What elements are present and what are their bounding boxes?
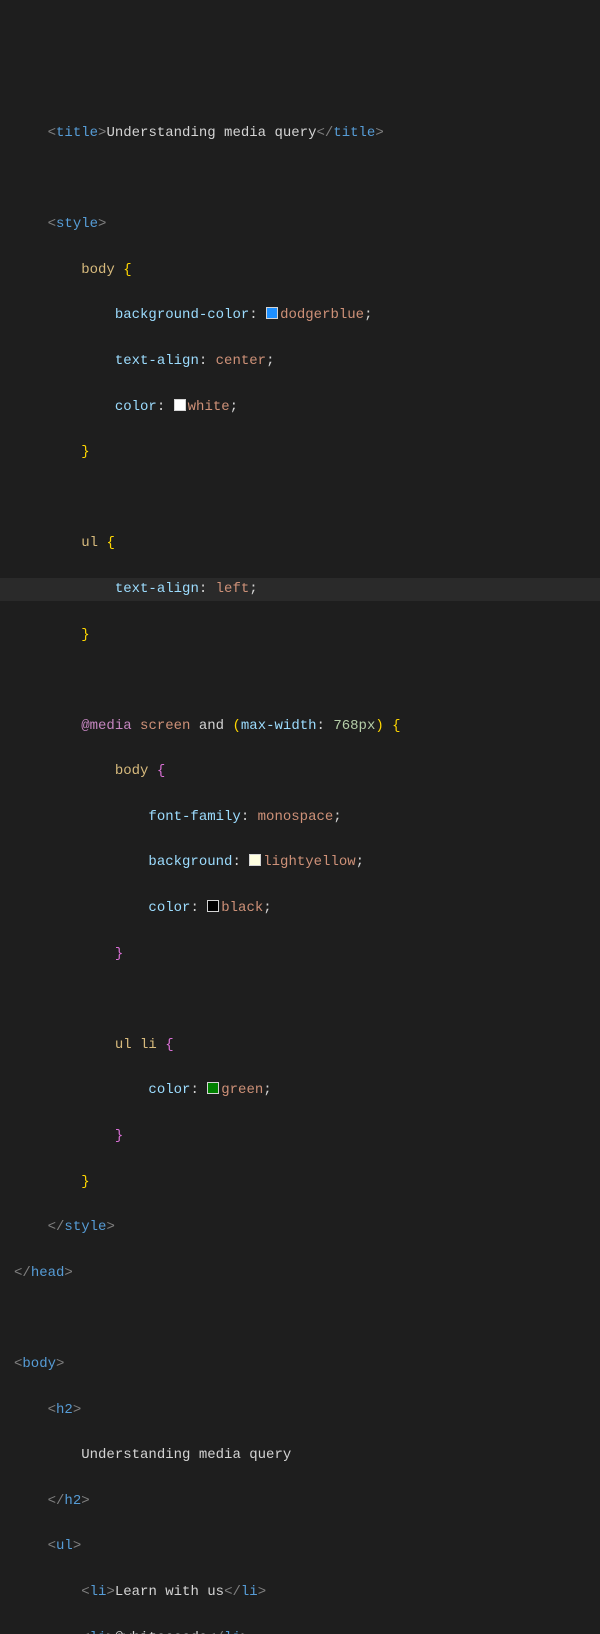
code-line[interactable]: body { <box>0 760 600 783</box>
code-line[interactable]: <title>Understanding media query</title> <box>0 122 600 145</box>
code-line[interactable] <box>0 1307 600 1330</box>
code-line[interactable]: } <box>0 624 600 647</box>
code-line[interactable]: color: white; <box>0 396 600 419</box>
code-line[interactable]: font-family: monospace; <box>0 806 600 829</box>
code-line[interactable]: <h2> <box>0 1399 600 1422</box>
code-line[interactable]: </style> <box>0 1216 600 1239</box>
code-line[interactable]: <li>Learn with us</li> <box>0 1581 600 1604</box>
code-line[interactable]: <style> <box>0 213 600 236</box>
code-line[interactable]: background-color: dodgerblue; <box>0 304 600 327</box>
code-line[interactable]: </h2> <box>0 1490 600 1513</box>
li2-text: @whitecoode <box>115 1630 207 1634</box>
color-swatch-white[interactable] <box>174 399 186 411</box>
code-line[interactable]: } <box>0 1125 600 1148</box>
code-line[interactable]: <li>@whitecoode</li> <box>0 1627 600 1634</box>
code-line[interactable]: color: black; <box>0 897 600 920</box>
title-text: Understanding media query <box>106 125 316 141</box>
code-line[interactable]: background: lightyellow; <box>0 851 600 874</box>
selector-ul: ul <box>81 535 98 551</box>
color-swatch-dodgerblue[interactable] <box>266 307 278 319</box>
code-line[interactable]: ul li { <box>0 1034 600 1057</box>
code-line[interactable]: </head> <box>0 1262 600 1285</box>
color-swatch-lightyellow[interactable] <box>249 854 261 866</box>
code-line[interactable]: <body> <box>0 1353 600 1376</box>
code-line[interactable] <box>0 988 600 1011</box>
li1-text: Learn with us <box>115 1584 224 1600</box>
code-line[interactable]: body { <box>0 259 600 282</box>
color-swatch-green[interactable] <box>207 1082 219 1094</box>
code-line[interactable] <box>0 669 600 692</box>
color-swatch-black[interactable] <box>207 900 219 912</box>
code-line[interactable]: } <box>0 943 600 966</box>
h2-text: Understanding media query <box>81 1447 291 1463</box>
code-line[interactable] <box>0 168 600 191</box>
code-editor[interactable]: <title>Understanding media query</title>… <box>0 99 600 1634</box>
code-line[interactable] <box>0 487 600 510</box>
code-line[interactable]: text-align: center; <box>0 350 600 373</box>
code-line[interactable]: color: green; <box>0 1079 600 1102</box>
code-line-highlight[interactable]: text-align: left; <box>0 578 600 601</box>
code-line[interactable]: Understanding media query <box>0 1444 600 1467</box>
code-line[interactable]: ul { <box>0 532 600 555</box>
selector-body: body <box>81 262 115 278</box>
code-line[interactable]: } <box>0 1171 600 1194</box>
code-line[interactable]: @media screen and (max-width: 768px) { <box>0 715 600 738</box>
code-line[interactable]: } <box>0 441 600 464</box>
code-line[interactable]: <ul> <box>0 1535 600 1558</box>
